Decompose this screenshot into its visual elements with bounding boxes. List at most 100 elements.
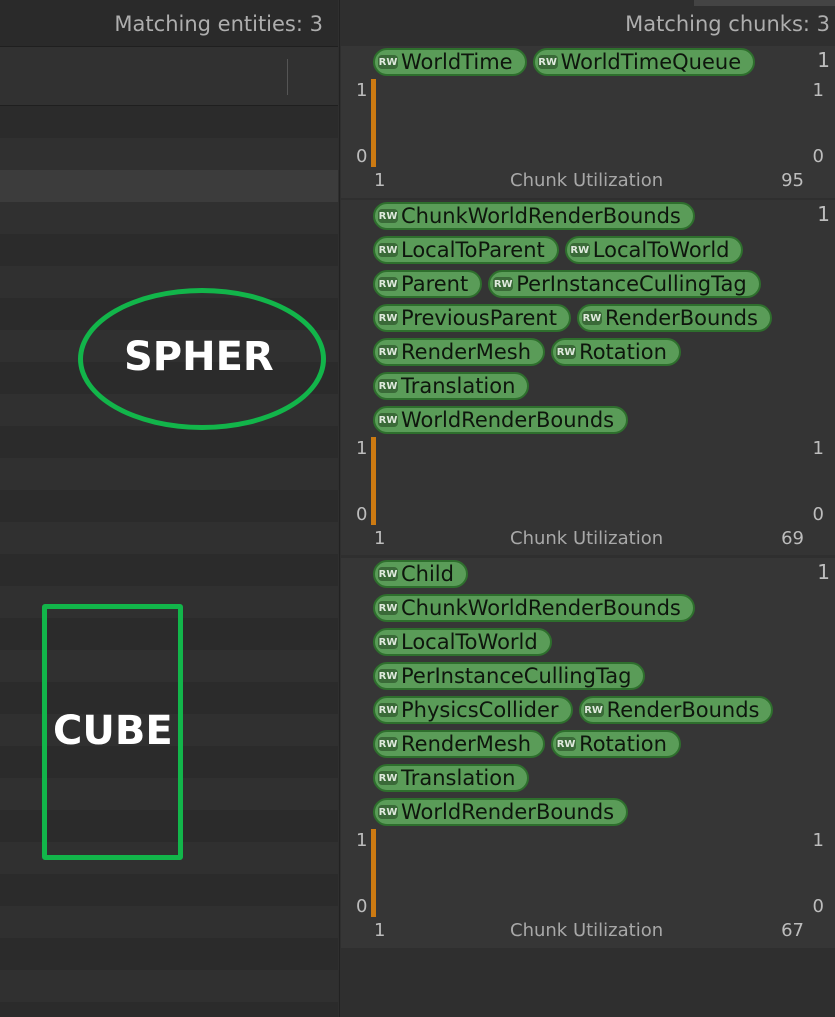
component-tag-label: ChunkWorldRenderBounds: [401, 204, 681, 228]
component-tag-label: Translation: [401, 374, 516, 398]
entity-row[interactable]: [0, 234, 338, 266]
entity-row[interactable]: [0, 554, 338, 586]
read-write-icon: RW: [378, 379, 398, 393]
component-tag-label: Parent: [401, 272, 469, 296]
tag-line: RW Translation: [373, 372, 793, 406]
component-tag-label: LocalToParent: [401, 238, 545, 262]
component-tag[interactable]: RW RenderBounds: [576, 304, 772, 332]
component-tag-label: ChunkWorldRenderBounds: [401, 596, 681, 620]
read-write-icon: RW: [556, 345, 577, 359]
entity-rows[interactable]: [0, 106, 338, 1017]
axis-top-label: 1: [356, 830, 368, 851]
read-write-icon: RW: [569, 243, 590, 257]
read-write-icon: RW: [583, 703, 604, 717]
entity-row[interactable]: [0, 970, 338, 1002]
component-tag-label: WorldTimeQueue: [560, 50, 742, 74]
component-tag[interactable]: RW Rotation: [551, 338, 681, 366]
entity-row[interactable]: [0, 202, 338, 234]
entity-row[interactable]: [0, 874, 338, 906]
component-tag-label: WorldRenderBounds: [401, 800, 615, 824]
component-tag-label: LocalToWorld: [401, 630, 538, 654]
entity-row[interactable]: [0, 906, 338, 938]
component-tag[interactable]: RW Child: [373, 560, 468, 588]
component-tag[interactable]: RW Translation: [373, 764, 530, 792]
component-tag-label: Rotation: [579, 732, 667, 756]
utilization-bar: [371, 437, 376, 525]
tag-line: RW Translation: [373, 764, 793, 798]
entity-list-header: Matching entities: 3: [0, 0, 338, 47]
entity-row[interactable]: [0, 138, 338, 170]
component-tags: RW WorldTime RW WorldTimeQueue: [373, 48, 793, 82]
tag-line: RW PreviousParent RW RenderBounds: [373, 304, 793, 338]
entity-row[interactable]: [0, 938, 338, 970]
utilization-value: 95: [781, 170, 804, 191]
component-tag[interactable]: RW WorldRenderBounds: [373, 798, 629, 826]
read-write-icon: RW: [556, 737, 577, 751]
entity-row[interactable]: [0, 170, 338, 202]
component-tag[interactable]: RW PreviousParent: [373, 304, 571, 332]
right-top-label: 1: [812, 438, 824, 459]
component-tag-label: LocalToWorld: [592, 238, 730, 262]
read-write-icon: RW: [378, 567, 398, 581]
chunk-entry[interactable]: RW Child RW ChunkWorldRenderBounds RW LocalTo…: [341, 558, 835, 948]
tag-line: RW WorldTime RW WorldTimeQueue: [373, 48, 793, 82]
read-write-icon: RW: [378, 311, 398, 325]
component-tag[interactable]: RW RenderBounds: [578, 696, 774, 724]
column-header-bar[interactable]: [0, 47, 338, 106]
chunk-list-panel: Matching chunks: 3 RW WorldTime RW WorldTim…: [339, 0, 835, 1017]
entity-row[interactable]: [0, 426, 338, 458]
component-tag[interactable]: RW LocalToParent: [373, 236, 559, 264]
axis-top-label: 1: [356, 438, 368, 459]
utilization-min: 1: [374, 170, 386, 191]
tag-line: RW RenderMesh RW Rotation: [373, 338, 793, 372]
entity-list-panel: Matching entities: 3 SPHER CUBE: [0, 0, 338, 1017]
axis-bottom-label: 0: [356, 504, 368, 525]
read-write-icon: RW: [378, 55, 398, 69]
component-tag[interactable]: RW Parent: [373, 270, 483, 298]
utilization-label: Chunk Utilization: [510, 528, 664, 549]
component-tag-label: Child: [401, 562, 454, 586]
component-tag-label: PreviousParent: [401, 306, 557, 330]
entity-row[interactable]: [0, 522, 338, 554]
tag-line: RW WorldRenderBounds: [373, 406, 793, 440]
cube-annotation-label: CUBE: [53, 708, 173, 754]
component-tag-label: RenderMesh: [401, 340, 532, 364]
entity-row[interactable]: [0, 1002, 338, 1017]
component-tag[interactable]: RW WorldTime: [373, 48, 527, 76]
component-tag[interactable]: RW ChunkWorldRenderBounds: [373, 594, 695, 622]
component-tag[interactable]: RW RenderMesh: [373, 730, 546, 758]
component-tag-label: PerInstanceCullingTag: [401, 664, 632, 688]
read-write-icon: RW: [493, 277, 514, 291]
component-tag[interactable]: RW PerInstanceCullingTag: [373, 662, 646, 690]
component-tag[interactable]: RW RenderMesh: [373, 338, 546, 366]
read-write-icon: RW: [378, 737, 398, 751]
chunk-entry[interactable]: RW ChunkWorldRenderBounds RW LocalToParent R…: [341, 200, 835, 555]
component-tag[interactable]: RW Translation: [373, 372, 530, 400]
read-write-icon: RW: [378, 771, 398, 785]
component-tag[interactable]: RW WorldRenderBounds: [373, 406, 629, 434]
entity-row[interactable]: [0, 490, 338, 522]
right-bottom-label: 0: [812, 896, 824, 917]
read-write-icon: RW: [378, 243, 398, 257]
component-tag[interactable]: RW WorldTimeQueue: [532, 48, 756, 76]
utilization-value: 69: [781, 528, 804, 549]
entity-row[interactable]: [0, 458, 338, 490]
component-tag[interactable]: RW PhysicsCollider: [373, 696, 573, 724]
component-tag[interactable]: RW Rotation: [551, 730, 681, 758]
tag-line: RW WorldRenderBounds: [373, 798, 793, 832]
tag-line: RW PerInstanceCullingTag: [373, 662, 793, 696]
chunk-entry[interactable]: RW WorldTime RW WorldTimeQueue 1 1 0 1 0 1 …: [341, 46, 835, 198]
tag-line: RW ChunkWorldRenderBounds: [373, 202, 793, 236]
component-tag-label: Translation: [401, 766, 516, 790]
component-tag[interactable]: RW LocalToWorld: [373, 628, 552, 656]
component-tag[interactable]: RW PerInstanceCullingTag: [488, 270, 761, 298]
chunk-list-header: Matching chunks: 3: [340, 0, 835, 44]
component-tag[interactable]: RW ChunkWorldRenderBounds: [373, 202, 695, 230]
component-tag[interactable]: RW LocalToWorld: [564, 236, 744, 264]
right-bottom-label: 0: [812, 146, 824, 167]
entity-row[interactable]: [0, 106, 338, 138]
chunk-entity-count: 1: [817, 48, 830, 72]
read-write-icon: RW: [537, 55, 558, 69]
utilization-value: 67: [781, 920, 804, 941]
column-splitter[interactable]: [287, 59, 288, 95]
